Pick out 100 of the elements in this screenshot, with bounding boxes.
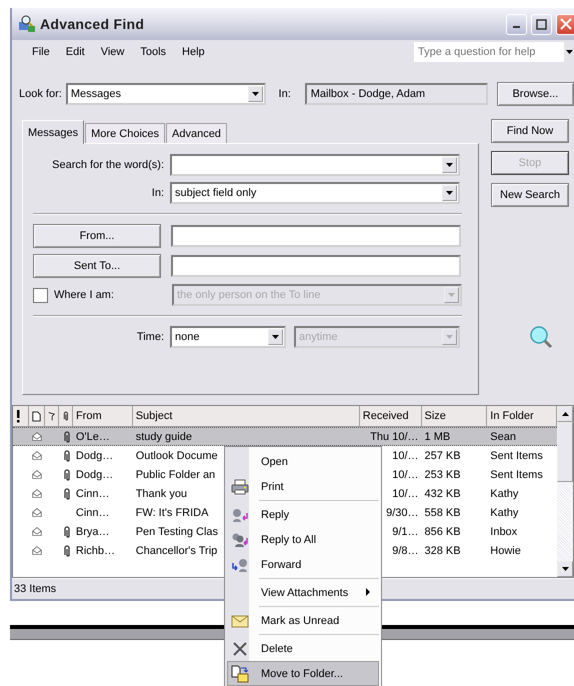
menu-item[interactable]: File <box>26 44 56 60</box>
scroll-down-button[interactable] <box>557 561 573 577</box>
received-cell-text: 10/… <box>391 468 420 480</box>
context-menu-item[interactable]: Reply <box>227 502 379 527</box>
envelope-icon <box>32 487 42 500</box>
from-cell-text: Richb… <box>74 544 116 556</box>
paperclip-icon <box>62 526 71 538</box>
time-dropdown[interactable]: none <box>170 326 286 348</box>
from-cell-text: Dodg… <box>74 468 114 480</box>
search-icon <box>529 325 553 349</box>
search-in-dropdown[interactable]: subject field only <box>170 182 460 204</box>
paperclip-icon <box>62 544 71 556</box>
folder-cell-text: Kathy <box>489 488 520 500</box>
from-field[interactable] <box>171 225 461 247</box>
scrollbar[interactable] <box>557 406 573 577</box>
maximize-button[interactable] <box>531 14 552 34</box>
submenu-arrow-icon <box>366 588 370 596</box>
context-menu-item[interactable]: Open <box>227 449 379 474</box>
paperclip-icon <box>62 430 71 442</box>
from-cell-text: Cinn… <box>74 506 111 518</box>
folder-cell-text: Sent Items <box>489 450 544 462</box>
context-menu-item[interactable]: Reply to All <box>227 527 379 552</box>
folder-cell-text: Sean <box>489 430 517 442</box>
menu-item[interactable]: View <box>94 44 130 60</box>
reply-icon <box>231 506 249 522</box>
context-menu-item[interactable]: Delete <box>227 636 379 661</box>
minimize-button[interactable] <box>506 14 527 34</box>
in-label: In: <box>278 88 291 100</box>
look-for-label: Look for: <box>19 88 62 100</box>
reply-all-icon <box>231 532 249 548</box>
dropdown-arrow-icon <box>566 50 572 54</box>
received-cell-text: 10/… <box>391 488 420 500</box>
forward-icon <box>231 556 249 572</box>
search-words-label: Search for the word(s): <box>51 159 165 171</box>
exclamation-icon <box>16 410 21 422</box>
from-cell-text: Brya… <box>74 526 111 538</box>
menu-item[interactable]: Help <box>176 44 211 60</box>
paperclip-icon <box>62 488 71 500</box>
envelope-icon <box>32 544 42 557</box>
search-words-dropdown[interactable] <box>170 154 460 176</box>
subject-cell-text: Outlook Docume <box>134 450 219 462</box>
from-cell-text: O'Le… <box>74 430 111 442</box>
envelope-icon <box>32 525 42 538</box>
envelope-icon <box>32 430 42 443</box>
size-cell-text: 257 KB <box>424 450 462 462</box>
received-cell-text: 9/8… <box>391 544 420 556</box>
received-cell-text: Thu 10/… <box>369 430 420 442</box>
received-cell-text: 9/1… <box>391 526 420 538</box>
sent-to-button[interactable]: Sent To... <box>33 254 161 278</box>
context-menu-item[interactable]: Print <box>227 474 379 499</box>
printer-icon <box>231 478 249 494</box>
subject-cell-text: Pen Testing Clas <box>134 526 220 538</box>
help-search-field[interactable]: Type a question for help <box>414 42 564 62</box>
find-icon <box>18 15 36 33</box>
folder-cell-text: Sent Items <box>489 468 544 480</box>
envelope-icon <box>32 468 42 481</box>
scroll-thumb[interactable] <box>557 422 573 482</box>
context-menu-item[interactable]: View Attachments <box>227 580 379 605</box>
tab[interactable]: Messages <box>22 120 84 144</box>
size-cell-text: 432 KB <box>424 488 462 500</box>
column-header[interactable]: From <box>72 406 133 426</box>
close-icon <box>559 17 572 31</box>
envelope-icon <box>32 506 42 519</box>
paperclip-icon <box>62 410 69 422</box>
folder-cell-text: Kathy <box>489 506 520 518</box>
subject-cell-text: Public Folder an <box>134 468 216 480</box>
size-cell-text: 856 KB <box>424 526 462 538</box>
envelope-icon <box>231 614 249 628</box>
received-cell-text: 10/… <box>391 450 420 462</box>
context-menu-item[interactable]: Move to Folder... <box>227 661 379 686</box>
action-button[interactable]: Find Now <box>491 119 569 143</box>
page-icon <box>32 410 41 422</box>
sent-to-field[interactable] <box>171 255 461 277</box>
down-arrow-icon <box>562 567 568 571</box>
menu-item[interactable]: Edit <box>60 44 91 60</box>
subject-cell-text: Chancellor's Trip <box>134 544 218 556</box>
look-for-dropdown[interactable]: Messages <box>66 83 266 105</box>
folder-cell-text: Inbox <box>489 526 518 538</box>
column-header[interactable]: Received <box>360 406 422 426</box>
size-cell-text: 253 KB <box>424 468 462 480</box>
search-in-label: In: <box>150 187 165 199</box>
column-header[interactable]: Subject <box>132 406 360 426</box>
column-header[interactable]: Size <box>422 406 488 426</box>
tab[interactable]: More Choices <box>85 123 165 143</box>
received-cell-text: 9/30… <box>385 506 420 518</box>
close-button[interactable] <box>556 14 574 34</box>
context-menu-item[interactable]: Mark as Unread <box>227 608 379 633</box>
browse-button[interactable]: Browse... <box>496 82 574 106</box>
subject-cell-text: FW: It's FRIDA <box>134 506 210 518</box>
paperclip-icon <box>62 468 71 480</box>
tab[interactable]: Advanced <box>166 123 227 143</box>
scroll-up-button[interactable] <box>557 406 573 422</box>
status-text: 33 Items <box>14 583 56 595</box>
move-to-folder-icon <box>231 664 249 682</box>
envelope-icon <box>32 449 42 462</box>
size-cell-text: 1 MB <box>424 430 452 442</box>
action-button[interactable]: New Search <box>491 183 569 207</box>
menu-item[interactable]: Tools <box>134 44 172 60</box>
context-menu-item[interactable]: Forward <box>227 552 379 577</box>
from-button[interactable]: From... <box>33 224 161 248</box>
